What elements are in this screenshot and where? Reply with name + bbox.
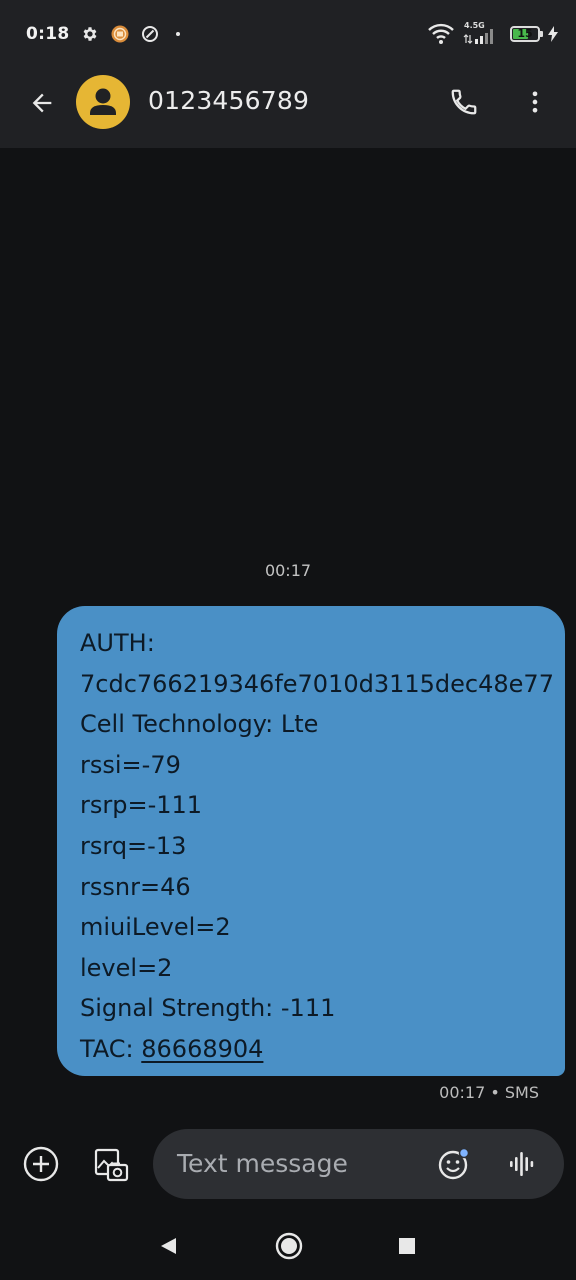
emoji-button[interactable] [435,1145,473,1183]
data-saver-icon [141,25,159,43]
contact-name[interactable]: 0123456789 [148,86,309,115]
battery-indicator: 15 [510,26,543,42]
date-divider: 00:17 [264,561,312,580]
message-line: Cell Technology: Lte [80,710,319,739]
nav-home-button[interactable] [273,1230,305,1262]
add-attachment-button[interactable] [21,1144,61,1184]
more-vert-icon [532,91,538,113]
nav-recents-button[interactable] [393,1232,421,1260]
navigation-bar [0,1212,576,1280]
app-badge-icon [111,25,129,43]
message-line: rsrp=-111 [80,791,203,820]
gallery-icon [94,1148,129,1182]
charging-icon [548,26,558,42]
message-line: AUTH: [80,629,155,657]
emoji-icon [438,1147,470,1180]
nav-recents-icon [399,1238,415,1254]
wifi-icon [428,23,454,45]
status-bar: 0:18 4.5G 15 [0,0,576,62]
cell-signal-icon: 4.5G [460,21,500,47]
message-placeholder: Text message [177,1149,348,1178]
contact-avatar[interactable] [76,75,130,129]
tac-number-link[interactable]: 86668904 [141,1035,263,1063]
message-line: miuiLevel=2 [80,913,231,942]
add-circle-icon [23,1146,59,1182]
status-time: 0:18 [26,24,70,44]
voice-icon [510,1152,534,1176]
app-bar: 0123456789 [0,62,576,148]
message-line: rsrq=-13 [80,831,187,860]
voice-input-button[interactable] [503,1145,541,1183]
network-type: 4.5G [464,21,485,30]
nav-back-button[interactable] [154,1232,182,1260]
message-line: level=2 [80,953,173,982]
message-line: rssnr=46 [80,872,191,901]
compose-bar: Text message [0,1128,576,1200]
nav-back-icon [161,1238,176,1254]
back-button[interactable] [22,83,62,123]
status-right: 4.5G 15 [428,20,558,48]
message-meta: 00:17 • SMS [439,1083,539,1102]
battery-level: 15 [517,27,533,40]
tac-label: TAC: [80,1034,142,1063]
back-arrow-icon [32,93,52,113]
messages-screen: 0:18 4.5G 15 0123456789 00:17 AUTH: 7cdc… [0,0,576,1280]
message-line: rssi=-79 [80,750,181,779]
message-input[interactable]: Text message [153,1129,564,1199]
message-line: Signal Strength: -111 [80,994,336,1023]
battery-nub [540,31,543,37]
more-options-button[interactable] [515,82,555,122]
person-avatar-icon [90,88,116,115]
phone-icon [451,89,477,115]
gallery-button[interactable] [90,1144,132,1186]
nav-home-icon [275,1232,303,1260]
message-bubble[interactable]: AUTH: 7cdc766219346fe7010d3115dec48e77 C… [57,606,565,1076]
message-line: 7cdc766219346fe7010d3115dec48e77 [80,669,554,698]
status-left: 0:18 [26,22,181,46]
message-line-tac: TAC: 86668904 [80,1029,543,1070]
call-button[interactable] [444,82,484,122]
dot-icon [175,31,181,37]
gear-icon [81,25,99,43]
